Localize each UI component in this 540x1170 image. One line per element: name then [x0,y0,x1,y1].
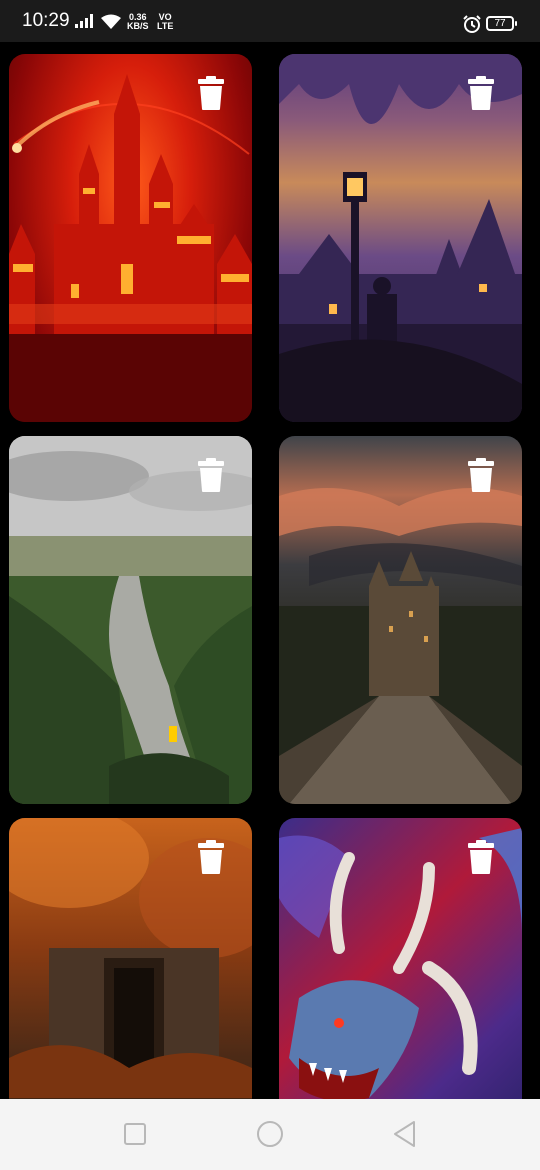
status-bar: 10:29 0.36 KB/S VO LTE 77 [0,0,540,42]
delete-wallpaper-button[interactable] [198,458,224,492]
wallpaper-card[interactable] [9,818,252,1099]
wallpaper-card[interactable] [279,436,522,804]
trash-icon [198,458,224,492]
trash-icon [468,840,494,874]
signal-icon [75,14,95,33]
delete-wallpaper-button[interactable] [198,840,224,874]
recent-apps-button[interactable] [123,1122,147,1151]
wallpaper-grid[interactable] [0,42,540,1099]
volte-indicator: VO LTE [157,13,173,31]
volte-bottom: LTE [157,21,174,31]
wallpaper-card[interactable] [279,54,522,422]
status-time: 10:29 [22,10,70,31]
navigation-bar [0,1099,540,1170]
trash-icon [468,458,494,492]
delete-wallpaper-button[interactable] [468,458,494,492]
trash-icon [468,76,494,110]
triangle-back-icon [394,1121,415,1147]
circle-icon [257,1121,283,1147]
trash-icon [198,840,224,874]
wallpaper-card[interactable] [9,436,252,804]
battery-indicator: 77 [486,16,517,31]
delete-wallpaper-button[interactable] [198,76,224,110]
square-icon [124,1123,146,1145]
wallpaper-card[interactable] [9,54,252,422]
wifi-icon [100,14,122,35]
back-button[interactable] [392,1120,418,1153]
delete-wallpaper-button[interactable] [468,840,494,874]
net-speed: 0.36 KB/S [127,13,149,31]
trash-icon [198,76,224,110]
home-button[interactable] [256,1120,284,1153]
net-speed-unit: KB/S [127,21,149,31]
wallpaper-card[interactable] [279,818,522,1099]
delete-wallpaper-button[interactable] [468,76,494,110]
alarm-icon [462,14,482,39]
